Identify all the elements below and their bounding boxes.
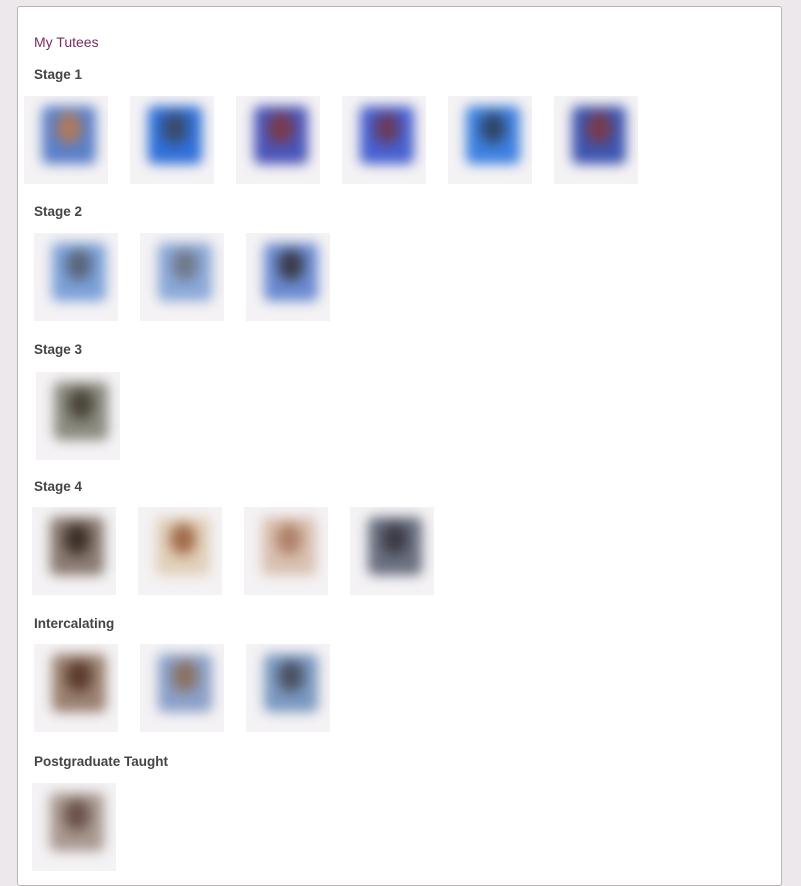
tutee-photo-link[interactable] (34, 644, 118, 732)
tutee-photo-link[interactable] (246, 233, 330, 321)
tutee-photo-icon (264, 654, 318, 712)
tutee-face (56, 112, 82, 144)
tutee-face (586, 112, 612, 144)
section-heading: Stage 3 (34, 342, 83, 357)
tutee-photo-row (24, 372, 130, 462)
section-heading: Stage 4 (34, 479, 83, 494)
tutee-photo-icon (148, 106, 202, 164)
tutee-photo-icon (158, 243, 212, 301)
tutee-photo-link[interactable] (34, 233, 118, 321)
tutee-photo-link[interactable] (342, 96, 426, 184)
tutee-face (374, 112, 400, 144)
tutee-face (268, 112, 294, 144)
tutee-photo-link[interactable] (140, 644, 224, 732)
tutee-face (66, 249, 92, 281)
tutee-face (278, 249, 304, 281)
tutee-face (278, 660, 304, 692)
tutee-photo-row (24, 507, 448, 597)
tutee-photo-link[interactable] (140, 233, 224, 321)
tutee-photo-icon (42, 106, 96, 164)
my-tutees-panel: My Tutees Stage 1 Stage 2 Stage 3 Stage 4 In… (17, 6, 782, 886)
tutee-photo-link[interactable] (130, 96, 214, 184)
tutee-face (382, 523, 408, 555)
section-heading: Intercalating (34, 616, 115, 631)
tutee-photo-link[interactable] (236, 96, 320, 184)
tutee-photo-link[interactable] (244, 507, 328, 595)
tutee-face (64, 799, 90, 831)
tutee-photo-icon (254, 106, 308, 164)
tutee-face (68, 388, 94, 420)
tutee-photo-icon (156, 517, 210, 575)
tutee-photo-icon (158, 654, 212, 712)
tutee-photo-row (24, 644, 342, 734)
section-heading: Postgraduate Taught (34, 754, 169, 769)
tutee-photo-icon (50, 517, 104, 575)
tutee-photo-link[interactable] (350, 507, 434, 595)
tutee-photo-icon (262, 517, 316, 575)
tutee-face (276, 523, 302, 555)
tutee-photo-link[interactable] (36, 372, 120, 460)
tutee-photo-icon (52, 654, 106, 712)
tutee-photo-link[interactable] (246, 644, 330, 732)
tutee-face (64, 523, 90, 555)
tutee-photo-row (24, 96, 660, 186)
tutee-photo-link[interactable] (554, 96, 638, 184)
tutee-face (162, 112, 188, 144)
tutee-photo-link[interactable] (448, 96, 532, 184)
section-heading: Stage 2 (34, 204, 83, 219)
tutee-face (170, 523, 196, 555)
panel-title: My Tutees (34, 34, 99, 50)
tutee-photo-icon (54, 382, 108, 440)
tutee-photo-icon (466, 106, 520, 164)
tutee-face (172, 249, 198, 281)
tutee-photo-link[interactable] (138, 507, 222, 595)
tutee-photo-link[interactable] (24, 96, 108, 184)
tutee-photo-link[interactable] (32, 507, 116, 595)
tutee-photo-icon (50, 793, 104, 851)
tutee-photo-icon (572, 106, 626, 164)
section-heading: Stage 1 (34, 67, 83, 82)
tutee-photo-link[interactable] (32, 783, 116, 871)
tutee-photo-icon (360, 106, 414, 164)
tutee-photo-icon (264, 243, 318, 301)
tutee-photo-icon (52, 243, 106, 301)
tutee-face (172, 660, 198, 692)
tutee-face (480, 112, 506, 144)
tutee-photo-row (24, 783, 130, 873)
tutee-photo-icon (368, 517, 422, 575)
tutee-photo-row (24, 233, 342, 323)
tutee-face (66, 660, 92, 692)
